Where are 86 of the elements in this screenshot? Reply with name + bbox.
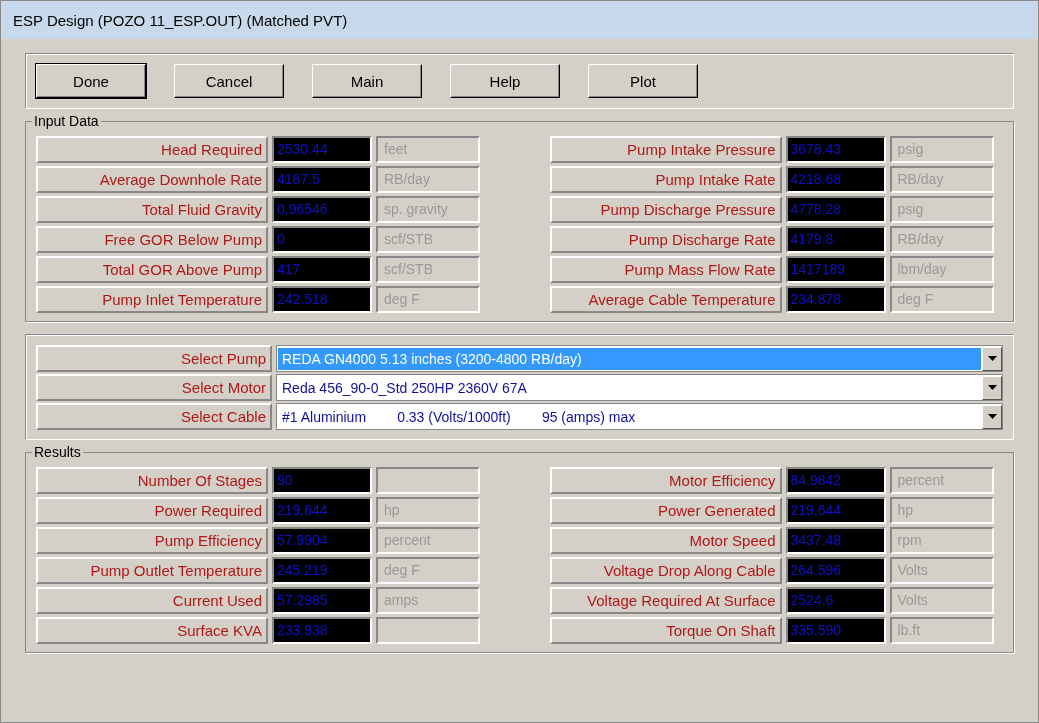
field-label: Surface KVA (36, 617, 268, 644)
field-label: Torque On Shaft (549, 617, 782, 644)
unit-label: scf/STB (376, 226, 480, 253)
value-display: 90 (272, 467, 372, 494)
unit-label: Volts (889, 587, 994, 614)
field-label: Pump Intake Pressure (549, 136, 782, 163)
unit-label: scf/STB (376, 256, 480, 283)
caret-icon[interactable] (982, 375, 1002, 400)
unit-label: psig (889, 196, 994, 223)
field-label: Number Of Stages (36, 467, 268, 494)
unit-label: feet (376, 136, 480, 163)
field-label: Motor Speed (549, 527, 782, 554)
select-label: Select Motor (36, 374, 272, 401)
unit-label: deg F (889, 286, 994, 313)
value-display: 57.2985 (272, 587, 372, 614)
unit-label: RB/day (889, 226, 994, 253)
field-label: Pump Intake Rate (549, 166, 782, 193)
unit-label: RB/day (889, 166, 994, 193)
value-display: 233.938 (272, 617, 372, 644)
unit-label: Volts (889, 557, 994, 584)
dialog-button[interactable]: Help (450, 64, 560, 98)
field-label: Average Cable Temperature (549, 286, 782, 313)
unit-label: deg F (376, 557, 480, 584)
value-display: 242.518 (272, 286, 372, 313)
value-display: 3678.43 (785, 136, 886, 163)
field-label: Current Used (36, 587, 268, 614)
field-label: Total GOR Above Pump (36, 256, 268, 283)
group-title: Results (32, 444, 83, 460)
field-label: Average Downhole Rate (36, 166, 268, 193)
dropdown[interactable]: #1 Aluminium 0.33 (Volts/1000ft) 95 (amps) max (276, 403, 1003, 430)
value-display: 2524.6 (785, 587, 886, 614)
value-display: 219.644 (272, 497, 372, 524)
dialog-button[interactable]: Done (36, 64, 146, 98)
dropdown[interactable]: Reda 456_90-0_Std 250HP 2360V 67A (276, 374, 1003, 401)
select-label: Select Pump (36, 345, 272, 372)
unit-label: RB/day (376, 166, 480, 193)
value-display: 0 (272, 226, 372, 253)
window-title: ESP Design (POZO 11_ESP.OUT) (Matched PVT) (1, 1, 1038, 39)
value-display: 4778.28 (785, 196, 886, 223)
value-display: 1417189 (785, 256, 886, 283)
field-label: Power Generated (549, 497, 782, 524)
field-label: Free GOR Below Pump (36, 226, 268, 253)
unit-label: sp. gravity (376, 196, 480, 223)
group-title: Input Data (32, 113, 101, 129)
unit-label: percent (889, 467, 994, 494)
caret-icon[interactable] (982, 404, 1002, 429)
unit-label: percent (376, 527, 480, 554)
value-display: 245.219 (272, 557, 372, 584)
field-label: Pump Outlet Temperature (36, 557, 268, 584)
value-display: 2530.44 (272, 136, 372, 163)
value-display: 3437.48 (785, 527, 886, 554)
field-label: Pump Mass Flow Rate (549, 256, 782, 283)
dialog-button[interactable]: Plot (588, 64, 698, 98)
field-label: Motor Efficiency (549, 467, 782, 494)
field-label: Pump Discharge Rate (549, 226, 782, 253)
value-display: 4218.68 (785, 166, 886, 193)
field-label: Pump Inlet Temperature (36, 286, 268, 313)
field-label: Head Required (36, 136, 268, 163)
field-label: Voltage Required At Surface (549, 587, 782, 614)
dialog-button[interactable]: Main (312, 64, 422, 98)
field-label: Power Required (36, 497, 268, 524)
value-display: 417 (272, 256, 372, 283)
unit-label: amps (376, 587, 480, 614)
value-display: 57.9904 (272, 527, 372, 554)
select-label: Select Cable (36, 403, 272, 430)
dialog-button[interactable]: Cancel (174, 64, 284, 98)
unit-label: lb.ft (889, 617, 994, 644)
value-display: 4187.5 (272, 166, 372, 193)
unit-label: hp (376, 497, 480, 524)
value-display: 219.644 (785, 497, 886, 524)
value-display: 4179.8 (785, 226, 886, 253)
value-display: 84.9842 (785, 467, 886, 494)
value-display: 0.96546 (272, 196, 372, 223)
unit-label: rpm (889, 527, 994, 554)
field-label: Pump Efficiency (36, 527, 268, 554)
value-display: 335.590 (785, 617, 886, 644)
caret-icon[interactable] (982, 346, 1002, 371)
value-display: 264.596 (785, 557, 886, 584)
field-label: Total Fluid Gravity (36, 196, 268, 223)
field-label: Voltage Drop Along Cable (549, 557, 782, 584)
unit-label: psig (889, 136, 994, 163)
unit-label: deg F (376, 286, 480, 313)
field-label: Pump Discharge Pressure (549, 196, 782, 223)
unit-label: lbm/day (889, 256, 994, 283)
value-display: 234.878 (785, 286, 886, 313)
unit-label: hp (889, 497, 994, 524)
